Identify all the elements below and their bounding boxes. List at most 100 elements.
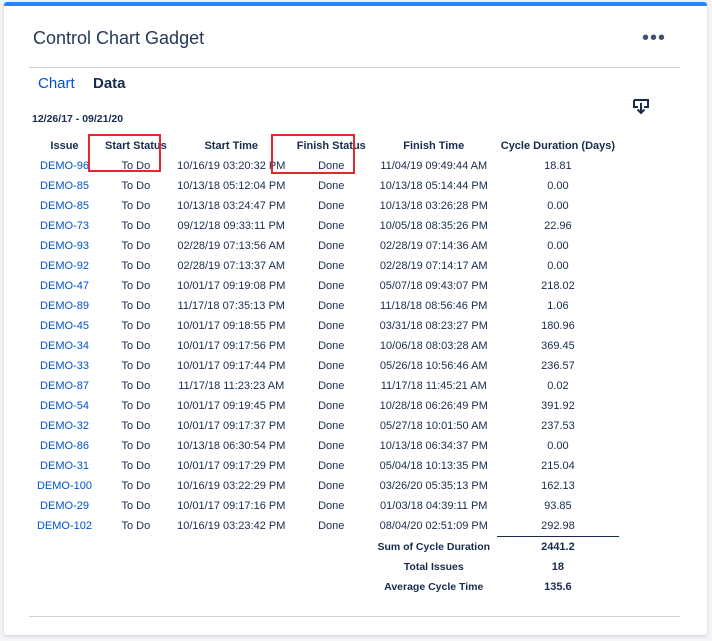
table-row: DEMO-100 To Do 10/16/19 03:22:29 PM Done 03/… xyxy=(28,476,619,496)
cycle-duration-cell: 236.57 xyxy=(541,360,575,372)
start-status-cell: To Do xyxy=(121,440,151,452)
start-status-cell: To Do xyxy=(121,480,151,492)
start-time-cell: 10/13/18 03:24:47 PM xyxy=(177,200,286,212)
issue-link[interactable]: DEMO-45 xyxy=(40,320,89,332)
issue-link[interactable]: DEMO-85 xyxy=(40,200,89,212)
issue-cell: DEMO-33 xyxy=(28,356,101,376)
start-time-cell: 10/01/17 09:19:08 PM xyxy=(177,280,286,292)
finish-status-cell: Done xyxy=(318,320,345,332)
issue-link[interactable]: DEMO-32 xyxy=(40,420,89,432)
finish-status-cell: Done xyxy=(318,400,345,412)
issue-link[interactable]: DEMO-34 xyxy=(40,340,89,352)
tab-data[interactable]: Data xyxy=(93,75,126,92)
start-time-cell: 02/28/19 07:13:56 AM xyxy=(177,240,286,252)
date-range: 12/26/17 - 09/21/20 xyxy=(32,113,124,125)
start-status-cell: To Do xyxy=(121,220,151,232)
finish-time-cell: 03/31/18 08:23:27 PM xyxy=(379,320,488,332)
finish-status-cell: Done xyxy=(318,380,345,392)
start-time-cell: 10/16/19 03:23:42 PM xyxy=(177,520,286,533)
table-header-row: Issue Start Status Start Time Finish Sta… xyxy=(28,136,619,156)
start-status-cell: To Do xyxy=(121,260,151,272)
finish-status-cell: Done xyxy=(318,520,345,533)
start-status-cell: To Do xyxy=(121,280,151,292)
start-time-cell: 10/13/18 05:12:04 PM xyxy=(177,180,286,192)
more-horizontal-icon[interactable]: ••• xyxy=(642,28,666,48)
issue-cell: DEMO-89 xyxy=(28,296,101,316)
start-time-cell: 11/17/18 11:23:23 AM xyxy=(178,380,285,392)
issue-link[interactable]: DEMO-29 xyxy=(40,500,89,512)
table-row: DEMO-33 To Do 10/01/17 09:17:44 PM Done 05/2… xyxy=(28,356,619,376)
cycle-duration-cell: 0.00 xyxy=(547,180,569,192)
start-status-cell: To Do xyxy=(121,520,151,533)
finish-status-cell: Done xyxy=(318,180,345,192)
finish-time-cell: 05/04/18 10:13:35 PM xyxy=(379,460,488,472)
finish-status-cell: Done xyxy=(318,200,345,212)
finish-status-cell: Done xyxy=(318,160,345,172)
finish-time-cell: 10/05/18 08:35:26 PM xyxy=(379,220,488,232)
start-time-cell: 10/13/18 06:30:54 PM xyxy=(177,440,286,452)
issue-link[interactable]: DEMO-102 xyxy=(37,520,92,532)
start-status-cell: To Do xyxy=(121,400,151,412)
start-time-cell: 11/17/18 07:35:13 PM xyxy=(177,300,285,312)
start-time-cell: 10/01/17 09:18:55 PM xyxy=(177,320,286,332)
header-finish-time: Finish Time xyxy=(403,140,465,152)
issue-cell: DEMO-34 xyxy=(28,336,101,356)
finish-time-cell: 10/13/18 06:34:37 PM xyxy=(379,440,488,452)
summary-row: Total Issues 18 xyxy=(28,557,619,577)
finish-time-cell: 10/13/18 05:14:44 PM xyxy=(379,180,488,192)
download-icon[interactable] xyxy=(632,98,650,116)
finish-time-cell: 11/18/18 08:56:46 PM xyxy=(380,300,488,312)
finish-time-cell: 11/17/18 11:45:21 AM xyxy=(380,380,487,392)
finish-time-cell: 10/13/18 03:26:28 PM xyxy=(379,200,488,212)
summary-label: Sum of Cycle Duration xyxy=(377,540,491,553)
start-status-cell: To Do xyxy=(121,500,151,512)
summary-label: Average Cycle Time xyxy=(384,581,484,593)
finish-status-cell: Done xyxy=(318,460,345,472)
issue-link[interactable]: DEMO-96 xyxy=(40,160,89,172)
cycle-duration-cell: 0.00 xyxy=(547,260,569,272)
issue-link[interactable]: DEMO-33 xyxy=(40,360,89,372)
issue-link[interactable]: DEMO-86 xyxy=(40,440,89,452)
cycle-duration-cell: 180.96 xyxy=(541,320,575,332)
issue-link[interactable]: DEMO-31 xyxy=(40,460,89,472)
finish-time-cell: 05/26/18 10:56:46 AM xyxy=(379,360,488,372)
summary-label: Total Issues xyxy=(403,561,464,573)
issue-cell: DEMO-31 xyxy=(28,456,101,476)
issue-link[interactable]: DEMO-89 xyxy=(40,300,89,312)
cycle-duration-cell: 0.00 xyxy=(547,440,569,452)
issue-link[interactable]: DEMO-92 xyxy=(40,260,89,272)
finish-status-cell: Done xyxy=(318,440,345,452)
finish-status-cell: Done xyxy=(318,500,345,512)
finish-status-cell: Done xyxy=(318,240,345,252)
issue-link[interactable]: DEMO-47 xyxy=(40,280,89,292)
table-row: DEMO-34 To Do 10/01/17 09:17:56 PM Done 10/0… xyxy=(28,336,619,356)
table-row: DEMO-93 To Do 02/28/19 07:13:56 AM Done 02/2… xyxy=(28,236,619,256)
table-row: DEMO-45 To Do 10/01/17 09:18:55 PM Done 03/3… xyxy=(28,316,619,336)
start-time-cell: 10/01/17 09:17:56 PM xyxy=(177,340,286,352)
start-status-cell: To Do xyxy=(121,420,151,432)
issue-cell: DEMO-47 xyxy=(28,276,101,296)
issue-link[interactable]: DEMO-100 xyxy=(37,480,92,492)
tab-chart[interactable]: Chart xyxy=(38,75,75,92)
issue-link[interactable]: DEMO-73 xyxy=(40,220,89,232)
issue-link[interactable]: DEMO-54 xyxy=(40,400,89,412)
cycle-duration-cell: 162.13 xyxy=(541,480,575,492)
table-row: DEMO-73 To Do 09/12/18 09:33:11 PM Done 10/0… xyxy=(28,216,619,236)
cycle-duration-cell: 237.53 xyxy=(541,420,575,432)
issue-cell: DEMO-85 xyxy=(28,176,101,196)
finish-time-cell: 11/04/19 09:49:44 AM xyxy=(380,160,488,172)
start-status-cell: To Do xyxy=(121,320,151,332)
finish-status-cell: Done xyxy=(318,280,345,292)
start-status-cell: To Do xyxy=(121,240,151,252)
issue-cell: DEMO-100 xyxy=(28,476,101,496)
summary-value: 18 xyxy=(551,561,565,573)
issue-link[interactable]: DEMO-85 xyxy=(40,180,89,192)
issue-link[interactable]: DEMO-93 xyxy=(40,240,89,252)
summary-spacer xyxy=(28,537,371,558)
start-status-cell: To Do xyxy=(121,380,151,392)
header-start-time: Start Time xyxy=(204,140,259,152)
issue-link[interactable]: DEMO-87 xyxy=(40,380,89,392)
cycle-duration-cell: 292.98 xyxy=(541,520,575,532)
finish-time-cell: 10/06/18 08:03:28 AM xyxy=(379,340,488,352)
summary-row: Average Cycle Time 135.6 xyxy=(28,577,619,597)
